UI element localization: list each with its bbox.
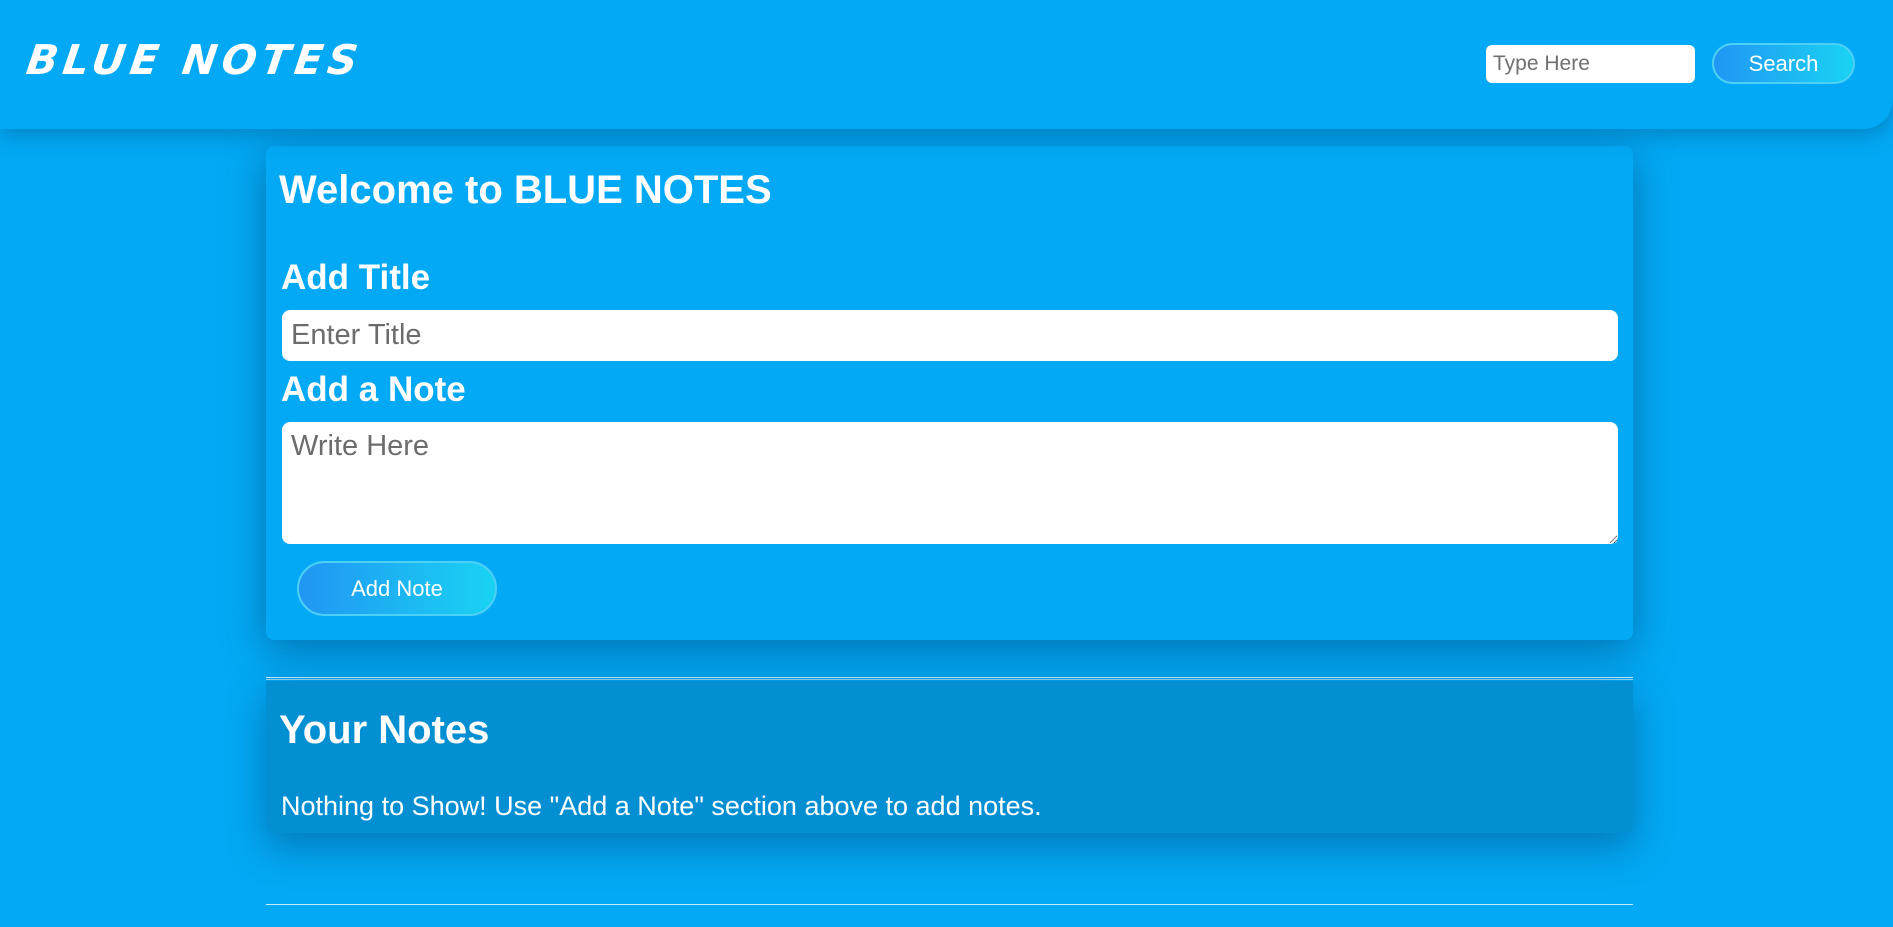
brand-logo[interactable]: BLUE NOTES (24, 36, 366, 84)
notes-section: Your Notes Nothing to Show! Use "Add a N… (266, 681, 1633, 833)
search-button[interactable]: Search (1712, 43, 1855, 84)
divider (266, 677, 1633, 680)
title-input[interactable] (282, 310, 1618, 361)
divider (266, 904, 1633, 905)
empty-notes-message: Nothing to Show! Use "Add a Note" sectio… (281, 791, 1042, 821)
add-note-card: Welcome to BLUE NOTES Add Title Add a No… (266, 146, 1633, 640)
add-note-label: Add a Note (281, 370, 466, 409)
add-note-button[interactable]: Add Note (297, 561, 497, 616)
navbar: BLUE NOTES Search (0, 0, 1893, 129)
welcome-heading: Welcome to BLUE NOTES (279, 168, 772, 212)
note-textarea[interactable] (282, 422, 1618, 544)
add-title-label: Add Title (281, 258, 431, 297)
search-input[interactable] (1486, 45, 1695, 83)
your-notes-heading: Your Notes (279, 708, 490, 752)
